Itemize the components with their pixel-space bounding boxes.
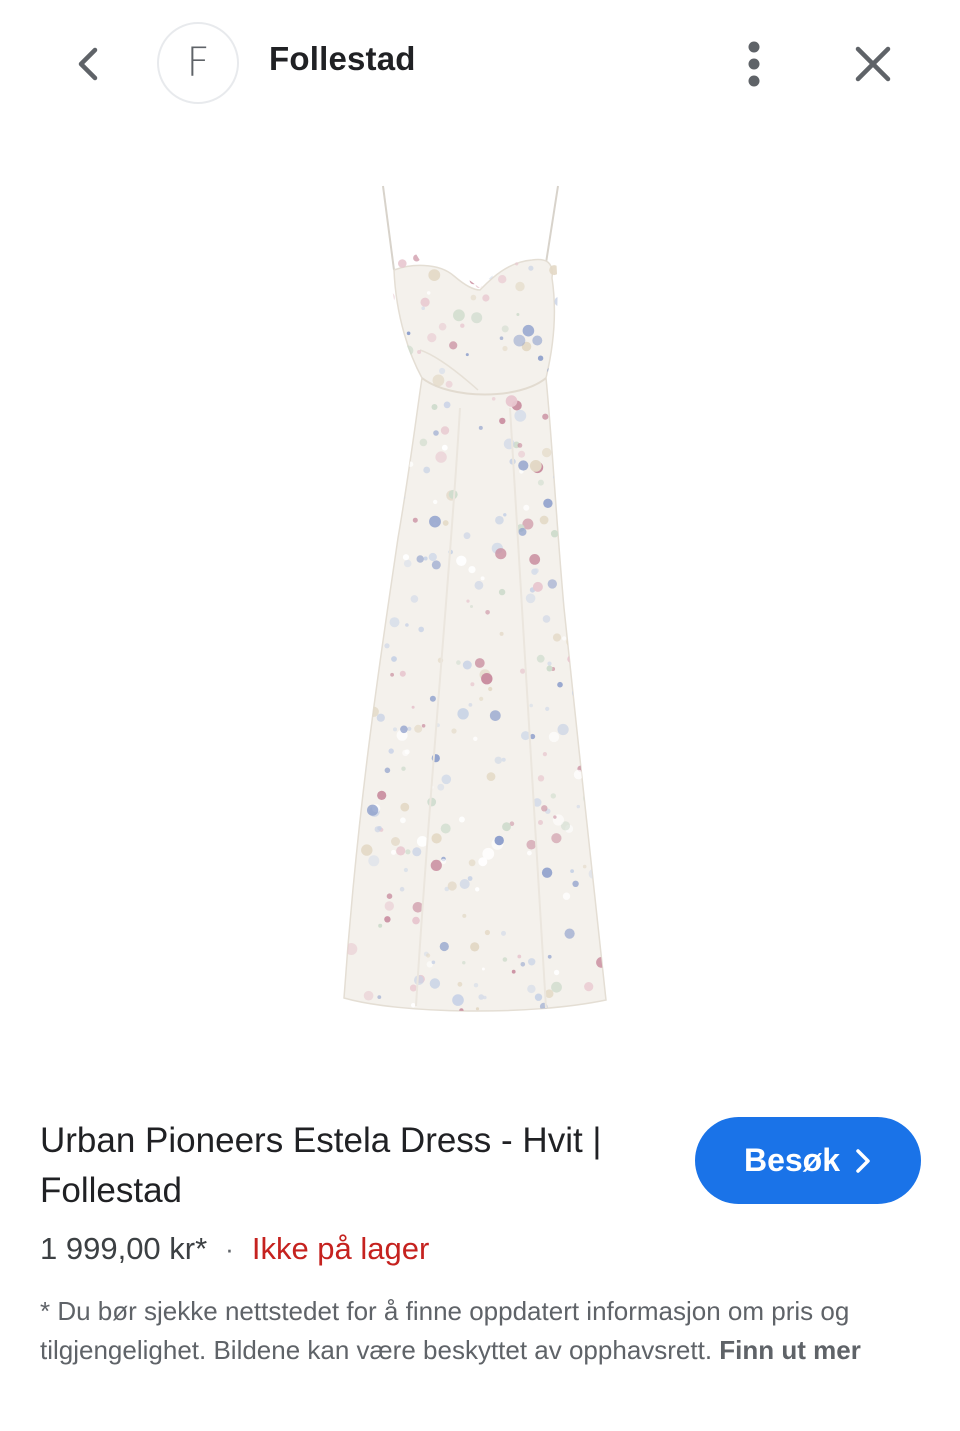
price-row: 1 999,00 kr* · Ikke på lager [40,1228,429,1270]
site-name[interactable]: Follestad [269,40,416,78]
product-preview-page: F Follestad Urban Pioneers Estela Dress … [0,0,960,1431]
product-title[interactable]: Urban Pioneers Estela Dress - Hvit | Fol… [40,1116,660,1216]
chevron-right-icon [856,1148,870,1173]
site-initial: F [186,40,210,86]
close-button[interactable] [845,36,901,92]
back-button[interactable] [62,38,114,90]
disclaimer: * Du bør sjekke nettstedet for å finne o… [40,1292,920,1370]
visit-button-label: Besøk [743,1142,841,1178]
price: 1 999,00 kr* [40,1231,208,1266]
dress-image [343,185,607,1012]
product-image[interactable] [320,178,640,1038]
header: F Follestad [0,0,960,125]
chevron-left-icon [78,47,98,81]
site-avatar: F [157,22,239,104]
close-icon [855,46,891,82]
visit-button[interactable]: Besøk [695,1117,921,1204]
more-vert-icon [748,41,760,87]
more-options-button[interactable] [728,36,780,92]
separator-dot: · [225,1234,234,1264]
availability-status: Ikke på lager [251,1231,430,1266]
learn-more-link[interactable]: Finn ut mer [719,1335,861,1365]
